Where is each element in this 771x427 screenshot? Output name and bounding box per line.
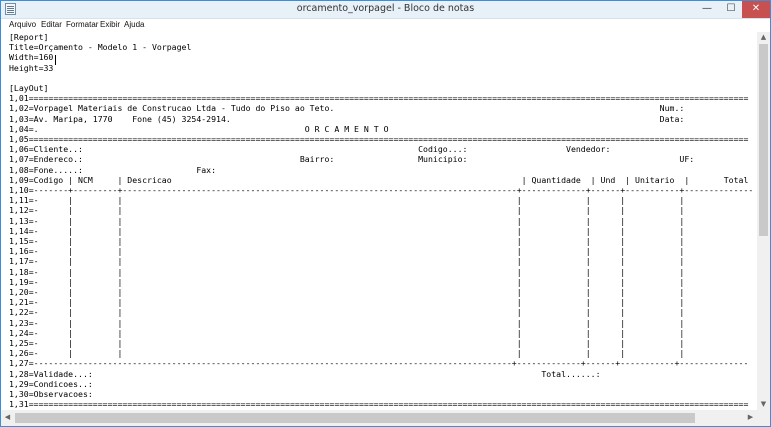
text-line: 1,10=-------+---------+-----------------… [9, 185, 754, 195]
notepad-window: orcamento_vorpagel - Bloco de notas — ☐ … [0, 0, 771, 427]
menu-arquivo[interactable]: Arquivo [9, 19, 36, 31]
menu-bar: Arquivo Editar Formatar Exibir Ajuda [1, 19, 770, 32]
scroll-right-icon[interactable]: ▶ [744, 412, 757, 423]
text-line: 1,13=- | | | | | | [9, 215, 685, 226]
vertical-scroll-thumb[interactable] [759, 44, 768, 236]
scroll-left-icon[interactable]: ◀ [1, 412, 14, 423]
text-line: 1,08=Fone.....: Fax: [9, 164, 217, 175]
minimize-button[interactable]: — [694, 1, 720, 18]
text-line: 1,02=Vorpagel Materiais de Construcao Lt… [9, 103, 685, 114]
text-line: 1,05====================================… [9, 134, 749, 144]
text-line: 1,23=- | | | | | | [9, 317, 685, 328]
horizontal-scrollbar[interactable]: ◀ ▶ [1, 410, 757, 426]
text-line: 1,20=- | | | | | | [9, 287, 685, 297]
window-title: orcamento_vorpagel - Bloco de notas [296, 3, 475, 14]
menu-formatar[interactable]: Formatar [66, 19, 98, 31]
text-line: 1,24=- | | | | | | [9, 327, 685, 338]
text-line: 1,17=- | | | | | | [9, 256, 685, 267]
text-editor[interactable]: [Report] Title=Orçamento - Modelo 1 - Vor… [5, 32, 757, 410]
text-line: 1,04=. O R C A M E N T O [9, 123, 389, 134]
text-line: 1,07=Endereco.: Bairro: Municipio: UF: [9, 154, 695, 165]
text-line: 1,19=- | | | | | | [9, 276, 685, 287]
text-line: [LayOut] [9, 83, 49, 93]
text-line: 1,29=Condicoes..: [9, 378, 93, 389]
text-line: 1,03=Av. Maripa, 1770 Fone (45) 3254-291… [9, 113, 685, 124]
text-line: 1,22=- | | | | | | [9, 307, 685, 318]
text-line: 1,09=Codigo | NCM | Descricao | Quantida… [9, 174, 749, 185]
close-button[interactable]: ✕ [742, 1, 770, 18]
menu-exibir[interactable]: Exibir [100, 19, 120, 31]
text-line: 1,31====================================… [9, 399, 749, 410]
horizontal-scroll-thumb[interactable] [15, 413, 695, 423]
text-line: 1,11=- | | | | | | [9, 195, 685, 206]
text-line: Width=160 [9, 52, 54, 63]
text-line: 1,14=- | | | | | | [9, 225, 685, 236]
text-line: 1,15=- | | | | | | [9, 236, 685, 246]
text-line: 1,27=-----------------------------------… [9, 358, 749, 369]
vertical-scrollbar[interactable]: ▲ ▼ [757, 32, 770, 410]
text-line: 1,25=- | | | | | | [9, 338, 685, 348]
text-line: [Report] [9, 32, 49, 42]
text-line: 1,18=- | | | | | | [9, 266, 685, 277]
scroll-up-icon[interactable]: ▲ [757, 32, 770, 43]
text-line: 1,12=- | | | | | | [9, 205, 685, 216]
maximize-button[interactable]: ☐ [718, 1, 744, 18]
text-line: 1,01====================================… [9, 93, 749, 104]
text-line: 1,21=- | | | | | | [9, 297, 685, 308]
menu-ajuda[interactable]: Ajuda [124, 19, 144, 31]
menu-editar[interactable]: Editar [41, 19, 62, 31]
text-caret [55, 55, 56, 65]
text-line: 1,28=Validade...: Total......: [9, 368, 601, 379]
text-line: Title=Orçamento - Modelo 1 - Vorpagel [9, 42, 192, 53]
title-bar[interactable]: orcamento_vorpagel - Bloco de notas — ☐ … [1, 1, 770, 19]
scroll-down-icon[interactable]: ▼ [757, 399, 770, 410]
text-line: 1,16=- | | | | | | [9, 246, 685, 257]
text-line: 1,26=- | | | | | | [9, 348, 685, 359]
text-line: Height=33 [9, 62, 54, 73]
text-line: 1,06=Cliente..: Codigo...: Vendedor: [9, 144, 611, 155]
text-line: 1,30=Observacoes: [9, 389, 93, 399]
scroll-corner [757, 410, 770, 426]
